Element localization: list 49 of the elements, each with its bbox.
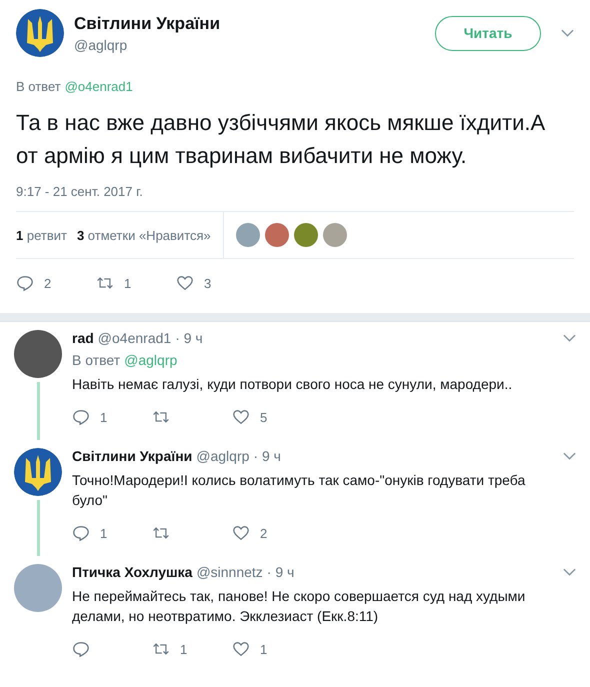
trident-avatar-icon[interactable]: [14, 448, 62, 496]
chevron-down-icon[interactable]: [563, 334, 576, 342]
reply-to-label: В ответ: [72, 352, 120, 368]
user-avatar[interactable]: [294, 223, 318, 247]
action-count: 1: [180, 642, 188, 656]
reply-icon[interactable]: [72, 408, 90, 426]
user-name[interactable]: Птичка Хохлушка: [72, 564, 192, 580]
action-count: 3: [204, 276, 212, 290]
stat-text[interactable]: 3 отметки «Нравится»: [76, 228, 211, 242]
action-count: 5: [260, 410, 268, 424]
heart-icon[interactable]: [232, 408, 250, 426]
user-handle[interactable]: @aglqrp: [196, 448, 250, 464]
follow-button[interactable]: Читать: [435, 16, 541, 50]
reply-icon[interactable]: [16, 274, 34, 292]
action-count: 2: [44, 276, 52, 290]
user-avatar[interactable]: [14, 330, 62, 378]
chevron-down-icon[interactable]: [563, 452, 576, 460]
author-handle[interactable]: @aglqrp: [74, 36, 425, 52]
reply-to-link[interactable]: @aglqrp: [124, 352, 178, 368]
reply-to-link[interactable]: @o4enrad1: [64, 79, 133, 94]
heart-icon[interactable]: [232, 524, 250, 542]
action-count: 1: [124, 276, 132, 290]
time-ago[interactable]: · 9 ч: [175, 330, 203, 346]
user-handle[interactable]: @sinnnetz: [196, 564, 263, 580]
action-count: 1: [100, 410, 108, 424]
user-name[interactable]: Світлини України: [72, 448, 192, 464]
heart-icon[interactable]: [176, 274, 194, 292]
time-ago[interactable]: · 9 ч: [266, 564, 294, 580]
user-handle[interactable]: @o4enrad1: [98, 330, 172, 346]
heart-icon[interactable]: [232, 640, 250, 658]
reply-icon[interactable]: [72, 524, 90, 542]
timestamp[interactable]: 9:17 - 21 сент. 2017 г.: [16, 184, 574, 199]
reply-to-label: В ответ: [16, 79, 61, 94]
trident-avatar-icon[interactable]: [16, 9, 64, 57]
author-name[interactable]: Світлини України: [74, 14, 425, 34]
chevron-down-icon[interactable]: [563, 568, 576, 576]
tweet-text: Та в нас вже давно узбіччями якось мякше їхдити.А от армію я цим тваринам вибачити не можу.: [16, 109, 546, 170]
action-count: 2: [260, 526, 268, 540]
reply-text: Точно!Мародери!І колись волатимуть так само-"онуків годувати треба було": [72, 471, 526, 510]
user-avatar[interactable]: [264, 223, 289, 247]
user-name[interactable]: rad: [72, 330, 94, 346]
reply-icon[interactable]: [72, 640, 90, 658]
action-count: 1: [260, 642, 268, 656]
time-ago[interactable]: · 9 ч: [253, 448, 281, 464]
chevron-down-icon[interactable]: [561, 29, 574, 37]
stat-text[interactable]: 1 ретвит: [16, 228, 67, 242]
reply-text: Не переймайтесь так, панове! Не скоро совершается суд над худыми делами, но неотвратимо. Экклезиаст (Екк.8:11): [72, 587, 526, 626]
action-count: 1: [100, 526, 108, 540]
reply-text: Навіть немає галузі, куди потвори свого носа не сунули, мародери..: [72, 375, 514, 394]
